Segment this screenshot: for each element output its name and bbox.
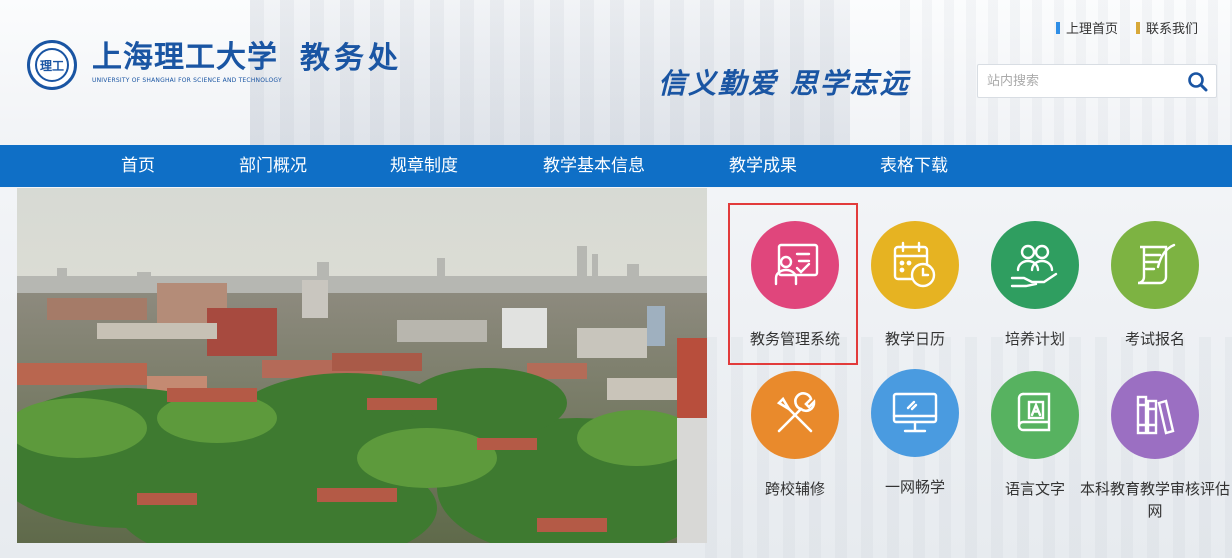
site-search — [977, 64, 1217, 98]
university-seal-logo[interactable]: 理工 — [27, 40, 77, 90]
nav-item-teaching-info[interactable]: 教学基本信息 — [543, 145, 645, 187]
teacher-board-icon — [774, 243, 819, 286]
university-motto: 信义勤爱 思学志远 — [658, 67, 910, 100]
quicklink-circle — [871, 369, 959, 457]
dictionary-icon — [1017, 392, 1051, 432]
university-english-name: UNIVERSITY OF SHANGHAI FOR SCIENCE AND T… — [92, 77, 282, 84]
university-name[interactable]: 上海理工大学 — [92, 40, 278, 76]
quicklink-circle — [871, 221, 959, 309]
gold-bar-icon — [1135, 21, 1140, 34]
department-name: 教务处 — [300, 41, 402, 76]
nav-item-achievements[interactable]: 教学成果 — [729, 145, 797, 187]
quicklink-cross-school-minor[interactable]: 跨校辅修 — [740, 371, 850, 501]
quicklink-exam-registration[interactable]: 考试报名 — [1100, 221, 1210, 351]
monitor-icon — [892, 392, 938, 433]
nav-item-downloads[interactable]: 表格下载 — [880, 145, 948, 187]
nav-item-about[interactable]: 部门概况 — [239, 145, 307, 187]
scroll-quill-icon — [1137, 243, 1176, 285]
quicklink-circle — [1111, 221, 1199, 309]
quicklink-circle — [991, 221, 1079, 309]
top-link-contact[interactable]: 联系我们 — [1135, 18, 1198, 37]
quicklink-training-plan[interactable]: 培养计划 — [980, 221, 1090, 351]
quicklink-circle — [1111, 371, 1199, 459]
quicklink-circle — [991, 371, 1079, 459]
search-input[interactable] — [978, 65, 1178, 97]
top-link-homepage[interactable]: 上理首页 — [1055, 18, 1118, 37]
nav-item-home[interactable]: 首页 — [121, 145, 155, 187]
campus-banner-image[interactable] — [17, 188, 707, 543]
quicklink-teaching-calendar[interactable]: 教学日历 — [860, 221, 970, 351]
main-nav: 首页 部门概况 规章制度 教学基本信息 教学成果 表格下载 — [0, 145, 1232, 187]
calendar-clock-icon — [893, 241, 936, 288]
tools-icon — [776, 392, 816, 433]
search-icon — [1188, 72, 1208, 92]
quicklink-circle — [751, 221, 839, 309]
quicklink-academic-system[interactable]: 教务管理系统 — [740, 221, 850, 351]
university-seal-inner: 理工 — [35, 48, 69, 82]
blue-bar-icon — [1055, 21, 1060, 34]
people-hand-icon — [1010, 244, 1058, 288]
top-link-label: 上理首页 — [1065, 22, 1118, 37]
quicklink-language[interactable]: 语言文字 — [980, 371, 1090, 501]
quicklink-label: 考试报名 — [1124, 330, 1185, 348]
campus-aerial-photo — [17, 188, 707, 543]
quicklink-label: 本科教育教学审核评估网 — [1080, 480, 1231, 520]
top-links: 上理首页 联系我们 — [1055, 18, 1198, 37]
top-link-label: 联系我们 — [1145, 22, 1198, 37]
search-button[interactable] — [1186, 70, 1210, 92]
quicklink-undergrad-assessment[interactable]: 本科教育教学审核评估网 — [1080, 371, 1230, 520]
quicklink-online-learning[interactable]: 一网畅学 — [860, 369, 970, 499]
quicklink-circle — [751, 371, 839, 459]
nav-item-regulations[interactable]: 规章制度 — [390, 145, 458, 187]
site-header: 理工 上海理工大学 UNIVERSITY OF SHANGHAI FOR SCI… — [0, 0, 1232, 145]
books-icon — [1136, 395, 1175, 435]
